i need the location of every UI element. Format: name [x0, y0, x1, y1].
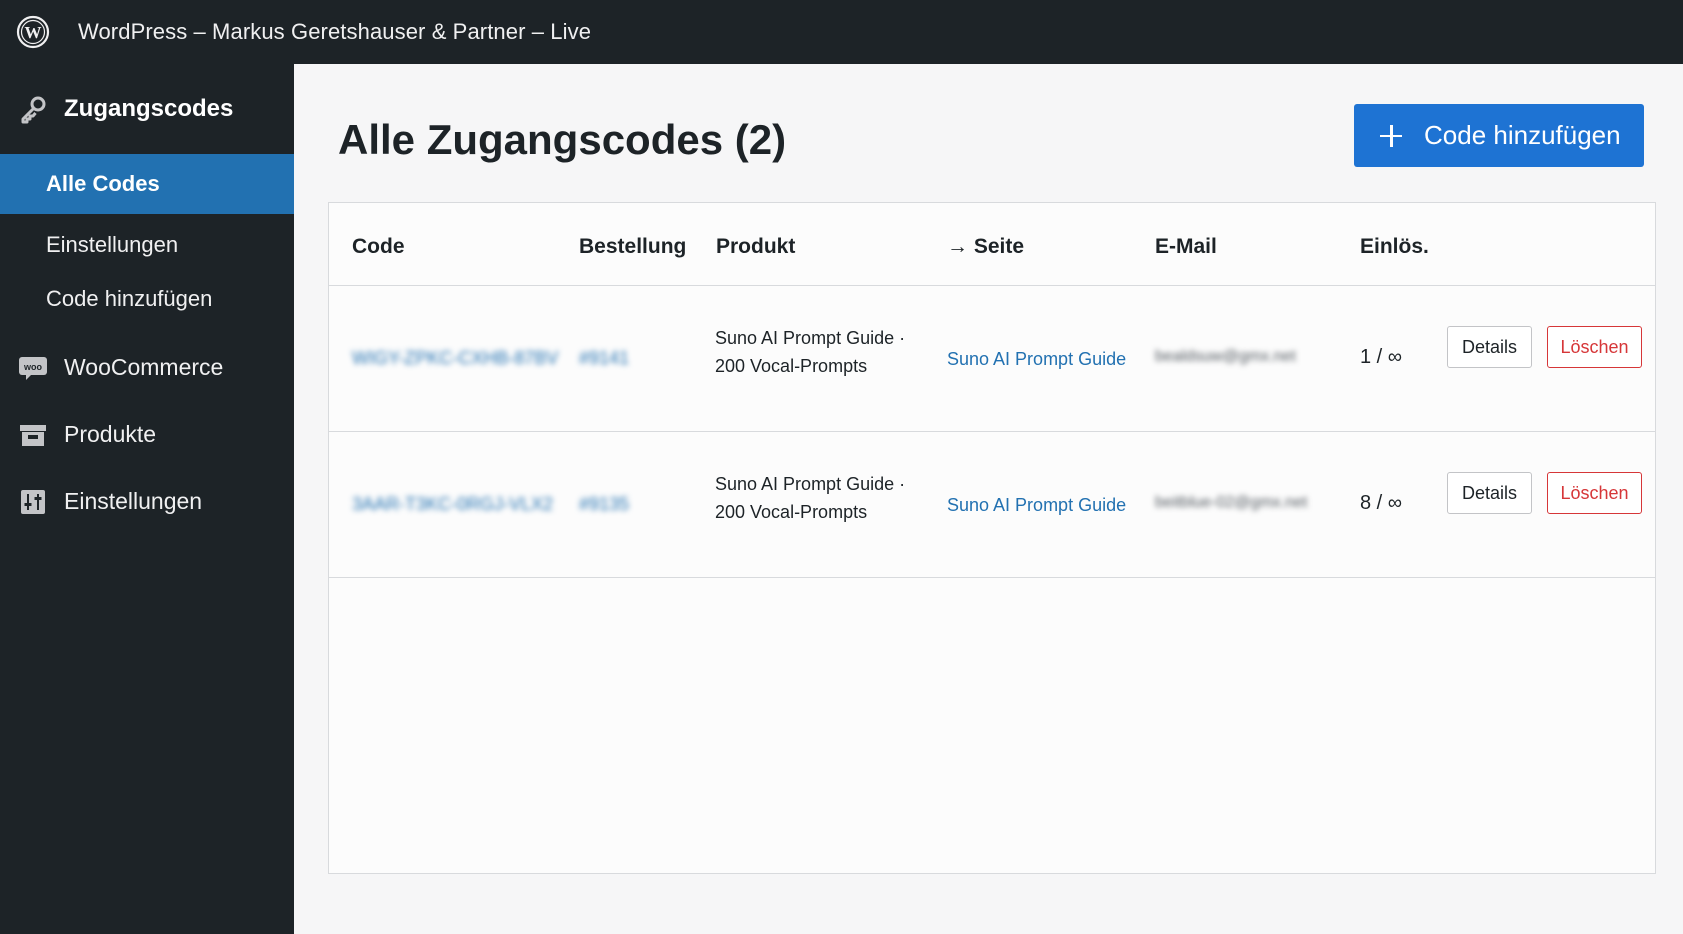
site-title[interactable]: WordPress – Markus Geretshauser & Partne… [78, 19, 591, 45]
order-link[interactable]: #9141 [579, 348, 629, 369]
email-cell: beitblue-02@gmx.net [1155, 494, 1308, 511]
page-link[interactable]: Suno AI Prompt Guide [947, 495, 1126, 516]
sidebar-item-woocommerce[interactable]: woo WooCommerce [0, 334, 294, 401]
sidebar-subitem-alle-codes[interactable]: Alle Codes [0, 154, 294, 214]
add-code-button[interactable]: Code hinzufügen [1354, 104, 1644, 167]
sidebar-item-label: WooCommerce [64, 354, 224, 380]
column-header-product[interactable]: Produkt [716, 235, 795, 259]
email-cell: bealdsuw@gmx.net [1155, 348, 1296, 365]
admin-bar: W WordPress – Markus Geretshauser & Part… [0, 0, 1683, 64]
code-link[interactable]: 3AAR-T3KC-0RGJ-VLX2 [352, 494, 553, 515]
product-name-line1: Suno AI Prompt Guide · [715, 474, 906, 494]
sidebar-item-label: Einstellungen [64, 488, 203, 514]
plus-icon [1378, 123, 1404, 149]
sidebar-item-einstellungen[interactable]: Einstellungen [0, 468, 294, 535]
sidebar-subitem-einstellungen[interactable]: Einstellungen [0, 218, 294, 272]
sidebar-item-produkte[interactable]: Produkte [0, 401, 294, 468]
woocommerce-icon: woo [18, 353, 48, 383]
add-code-button-label: Code hinzufügen [1424, 120, 1621, 150]
redemptions-cell: 8 / ∞ [1360, 492, 1403, 514]
column-header-order[interactable]: Bestellung [579, 235, 686, 259]
admin-sidebar: Zugangscodes Alle Codes Einstellungen Co… [0, 64, 294, 934]
svg-text:woo: woo [23, 362, 42, 372]
details-button[interactable]: Details [1447, 326, 1532, 368]
column-header-code[interactable]: Code [352, 235, 405, 259]
page-link[interactable]: Suno AI Prompt Guide [947, 349, 1126, 370]
svg-text:W: W [25, 23, 42, 42]
table-row: 3AAR-T3KC-0RGJ-VLX2 #9135 Suno AI Prompt… [329, 432, 1655, 578]
product-name-line2: 200 Vocal-Prompts [715, 502, 868, 522]
codes-table: Code Bestellung Produkt → Seite E-Mail E… [328, 202, 1656, 874]
sidebar-section-title: Zugangscodes [64, 95, 234, 122]
column-header-email[interactable]: E-Mail [1155, 235, 1217, 259]
details-button[interactable]: Details [1447, 472, 1532, 514]
table-header: Code Bestellung Produkt → Seite E-Mail E… [329, 203, 1655, 286]
wordpress-logo-icon[interactable]: W [16, 15, 50, 49]
product-name-line2: 200 Vocal-Prompts [715, 356, 868, 376]
delete-button[interactable]: Löschen [1547, 326, 1642, 368]
product-cell: Suno AI Prompt Guide · 200 Vocal-Prompts [715, 470, 905, 526]
product-cell: Suno AI Prompt Guide · 200 Vocal-Prompts [715, 324, 905, 380]
main-content: Alle Zugangscodes (2) Code hinzufügen Co… [294, 64, 1683, 934]
column-header-page[interactable]: → Seite [947, 235, 1024, 259]
page-title: Alle Zugangscodes (2) [338, 116, 787, 163]
settings-sliders-icon [18, 487, 48, 517]
code-link[interactable]: WIGY-ZPKC-CXHB-87BV [352, 348, 558, 369]
column-header-redemptions[interactable]: Einlös. [1360, 235, 1429, 259]
redemptions-cell: 1 / ∞ [1360, 346, 1403, 368]
sidebar-item-zugangscodes[interactable]: Zugangscodes [0, 64, 294, 154]
sidebar-item-label: Produkte [64, 421, 157, 447]
archive-box-icon [18, 420, 48, 450]
key-icon [18, 94, 48, 124]
table-row: WIGY-ZPKC-CXHB-87BV #9141 Suno AI Prompt… [329, 286, 1655, 432]
sidebar-subitem-code-hinzufuegen[interactable]: Code hinzufügen [0, 272, 294, 326]
delete-button[interactable]: Löschen [1547, 472, 1642, 514]
product-name-line1: Suno AI Prompt Guide · [715, 328, 906, 348]
order-link[interactable]: #9135 [579, 494, 629, 515]
